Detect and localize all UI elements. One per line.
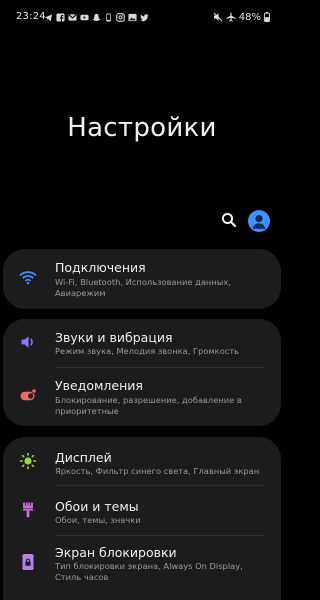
- instagram-icon: [116, 12, 125, 22]
- settings-card-display: Дисплей Яркость, Фильтр синего света, Гл…: [3, 437, 281, 600]
- snapchat-icon: [92, 13, 101, 22]
- settings-item-title: Обои и темы: [55, 499, 139, 514]
- battery-icon: [264, 12, 270, 22]
- status-time: 23:24: [16, 11, 46, 22]
- search-icon: [221, 212, 237, 228]
- youtube-icon: [80, 13, 89, 22]
- notification-icons: [44, 10, 149, 24]
- system-status: 48%: [213, 10, 270, 24]
- settings-item-wallpapers-themes[interactable]: Обои и темы Обои, темы, значки: [3, 486, 281, 534]
- settings-item-notifications[interactable]: Уведомления Блокирование, разрешение, до…: [3, 368, 281, 426]
- telegram-icon: [44, 13, 53, 22]
- search-button[interactable]: [220, 211, 238, 229]
- settings-item-title: Подключения: [55, 260, 146, 275]
- settings-item-title: Уведомления: [55, 378, 143, 393]
- settings-item-display[interactable]: Дисплей Яркость, Фильтр синего света, Гл…: [3, 437, 281, 485]
- settings-item-subtitle: Wi-Fi, Bluetooth, Использование данных, …: [55, 277, 231, 298]
- facebook-icon: [56, 12, 65, 22]
- settings-item-lock-screen[interactable]: Экран блокировки Тип блокировки экрана, …: [3, 536, 281, 600]
- wifi-icon: [19, 268, 37, 286]
- settings-item-sounds[interactable]: Звуки и вибрация Режим звука, Мелодия зв…: [3, 319, 281, 366]
- notification-icon: [19, 387, 37, 405]
- settings-item-subtitle: Блокирование, разрешение, добавление в п…: [55, 395, 242, 416]
- gallery-icon: [128, 13, 137, 22]
- volume-icon: [19, 333, 37, 351]
- gmail-icon: [68, 13, 77, 22]
- settings-item-connections[interactable]: Подключения Wi-Fi, Bluetooth, Использова…: [3, 249, 281, 309]
- settings-item-subtitle: Тип блокировки экрана, Always On Display…: [55, 561, 243, 582]
- settings-item-subtitle: Обои, темы, значки: [55, 515, 141, 525]
- lock-screen-icon: [19, 553, 37, 571]
- twitter-icon: [140, 13, 149, 22]
- battery-percent: 48%: [238, 11, 261, 23]
- settings-item-title: Экран блокировки: [55, 545, 177, 560]
- settings-item-subtitle: Режим звука, Мелодия звонка, Громкость: [55, 346, 240, 356]
- phone-icon: [104, 12, 113, 22]
- settings-item-title: Дисплей: [55, 450, 112, 465]
- account-icon: [252, 215, 266, 229]
- settings-item-title: Звуки и вибрация: [55, 330, 173, 345]
- page-title: Настройки: [67, 113, 217, 143]
- brush-icon: [19, 501, 37, 519]
- status-bar: 23:24 48%: [0, 0, 284, 36]
- brightness-icon: [19, 452, 37, 470]
- account-button[interactable]: [248, 210, 270, 232]
- settings-card-connections: Подключения Wi-Fi, Bluetooth, Использова…: [3, 249, 281, 309]
- airplane-icon: [226, 12, 236, 22]
- settings-card-sounds-notifications: Звуки и вибрация Режим звука, Мелодия зв…: [3, 319, 281, 426]
- settings-item-subtitle: Яркость, Фильтр синего света, Главный эк…: [55, 466, 260, 476]
- mute-icon: [213, 12, 223, 22]
